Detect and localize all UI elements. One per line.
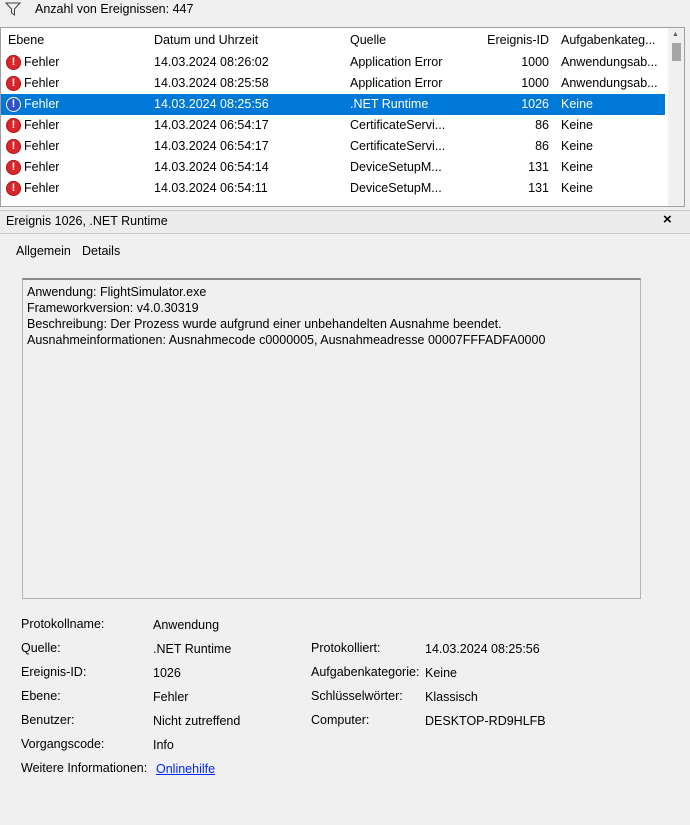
cell-source: Application Error [350,55,443,69]
cell-level: Fehler [24,181,60,195]
cell-task-category: Anwendungsab... [561,76,657,90]
table-row[interactable]: ! Fehler 14.03.2024 06:54:17 CertificateSer… [1,136,665,157]
cell-task-category: Keine [561,181,593,195]
more-info-label: Weitere Informationen: [21,761,148,775]
table-row[interactable]: ! Fehler 14.03.2024 06:54:11 DeviceSetupM..… [1,178,665,199]
cell-level: Fehler [24,97,60,111]
user-label: Benutzer: [21,713,75,727]
error-icon: ! [6,97,21,112]
event-count-label: Anzahl von Ereignissen: 447 [35,2,194,16]
cell-event-id: 1000 [521,76,549,90]
cell-source: DeviceSetupM... [350,181,442,195]
cell-task-category: Keine [561,97,593,111]
message-line: Beschreibung: Der Prozess wurde aufgrund… [27,317,502,331]
event-id-value: 1026 [153,666,181,680]
cell-source: DeviceSetupM... [350,160,442,174]
level-label: Ebene: [21,689,61,703]
opcode-value: Info [153,738,174,752]
computer-label: Computer: [311,713,370,727]
error-icon: ! [6,160,21,175]
column-header-level[interactable]: Ebene [8,33,44,47]
table-row[interactable]: ! Fehler 14.03.2024 08:26:02 Application Er… [1,52,665,73]
error-icon: ! [6,76,21,91]
opcode-label: Vorgangscode: [21,737,105,751]
task-category-label: Aufgabenkategorie: [311,665,420,679]
cell-date: 14.03.2024 06:54:11 [154,181,268,195]
table-row[interactable]: ! Fehler 14.03.2024 08:25:58 Application Er… [1,73,665,94]
user-value: Nicht zutreffend [153,714,241,728]
cell-task-category: Anwendungsab... [561,55,657,69]
vertical-scrollbar[interactable]: ▲ [668,28,684,206]
column-header-event-id[interactable]: Ereignis-ID [456,33,549,47]
cell-event-id: 1026 [521,97,549,111]
cell-event-id: 1000 [521,55,549,69]
event-list[interactable]: Ebene Datum und Uhrzeit Quelle Ereignis-… [0,27,685,207]
filter-icon[interactable] [4,2,22,16]
log-name-value: Anwendung [153,618,220,632]
tab-details[interactable]: Details [76,241,126,261]
logged-label: Protokolliert: [311,641,381,655]
cell-task-category: Keine [561,139,593,153]
cell-source: .NET Runtime [350,97,429,111]
cell-task-category: Keine [561,160,593,174]
source-label: Quelle: [21,641,61,655]
message-line: Anwendung: FlightSimulator.exe [27,285,207,299]
online-help-link[interactable]: Onlinehilfe [156,762,215,776]
column-header-source[interactable]: Quelle [350,33,445,47]
tab-general[interactable]: Allgemein [10,241,77,263]
close-icon[interactable]: × [663,211,672,228]
cell-level: Fehler [24,139,60,153]
cell-source: Application Error [350,76,443,90]
cell-date: 14.03.2024 08:25:56 [154,97,269,111]
list-header: Ebene Datum und Uhrzeit Quelle Ereignis-… [1,28,668,52]
error-icon: ! [6,139,21,154]
cell-event-id: 86 [535,118,549,132]
cell-level: Fehler [24,160,60,174]
level-value: Fehler [153,690,189,704]
table-row[interactable]: ! Fehler 14.03.2024 06:54:17 CertificateSer… [1,115,665,136]
event-id-label: Ereignis-ID: [21,665,87,679]
cell-source: CertificateServi... [350,139,445,153]
event-message-box[interactable]: Anwendung: FlightSimulator.exe Framework… [22,278,641,599]
task-category-value: Keine [425,666,457,680]
scroll-thumb[interactable] [672,43,681,61]
source-value: .NET Runtime [153,642,232,656]
column-header-task-category[interactable]: Aufgabenkateg... [561,33,657,47]
error-icon: ! [6,181,21,196]
cell-date: 14.03.2024 06:54:14 [154,160,269,174]
detail-title: Ereignis 1026, .NET Runtime [6,214,168,228]
message-line: Ausnahmeinformationen: Ausnahmecode c000… [27,333,546,347]
cell-event-id: 131 [528,181,549,195]
table-row[interactable]: ! Fehler 14.03.2024 08:25:56 .NET Runtime 10… [1,94,665,115]
cell-date: 14.03.2024 06:54:17 [154,139,269,153]
cell-date: 14.03.2024 08:25:58 [154,76,269,90]
cell-event-id: 86 [535,139,549,153]
scroll-up-arrow-icon[interactable]: ▲ [672,31,679,38]
keywords-label: Schlüsselwörter: [311,689,403,703]
cell-event-id: 131 [528,160,549,174]
cell-level: Fehler [24,118,60,132]
computer-value: DESKTOP-RD9HLFB [425,714,546,728]
error-icon: ! [6,118,21,133]
cell-task-category: Keine [561,118,593,132]
detail-header: Ereignis 1026, .NET Runtime × [0,210,690,234]
keywords-value: Klassisch [425,690,478,704]
message-line: Frameworkversion: v4.0.30319 [27,301,199,315]
table-row[interactable]: ! Fehler 14.03.2024 06:54:14 DeviceSetupM..… [1,157,665,178]
cell-source: CertificateServi... [350,118,445,132]
logged-value: 14.03.2024 08:25:56 [425,642,540,656]
cell-date: 14.03.2024 08:26:02 [154,55,269,69]
cell-level: Fehler [24,55,60,69]
error-icon: ! [6,55,21,70]
cell-date: 14.03.2024 06:54:17 [154,118,269,132]
cell-level: Fehler [24,76,60,90]
log-name-label: Protokollname: [21,617,105,631]
column-header-date[interactable]: Datum und Uhrzeit [154,33,258,47]
toolbar: Anzahl von Ereignissen: 447 [0,0,690,24]
